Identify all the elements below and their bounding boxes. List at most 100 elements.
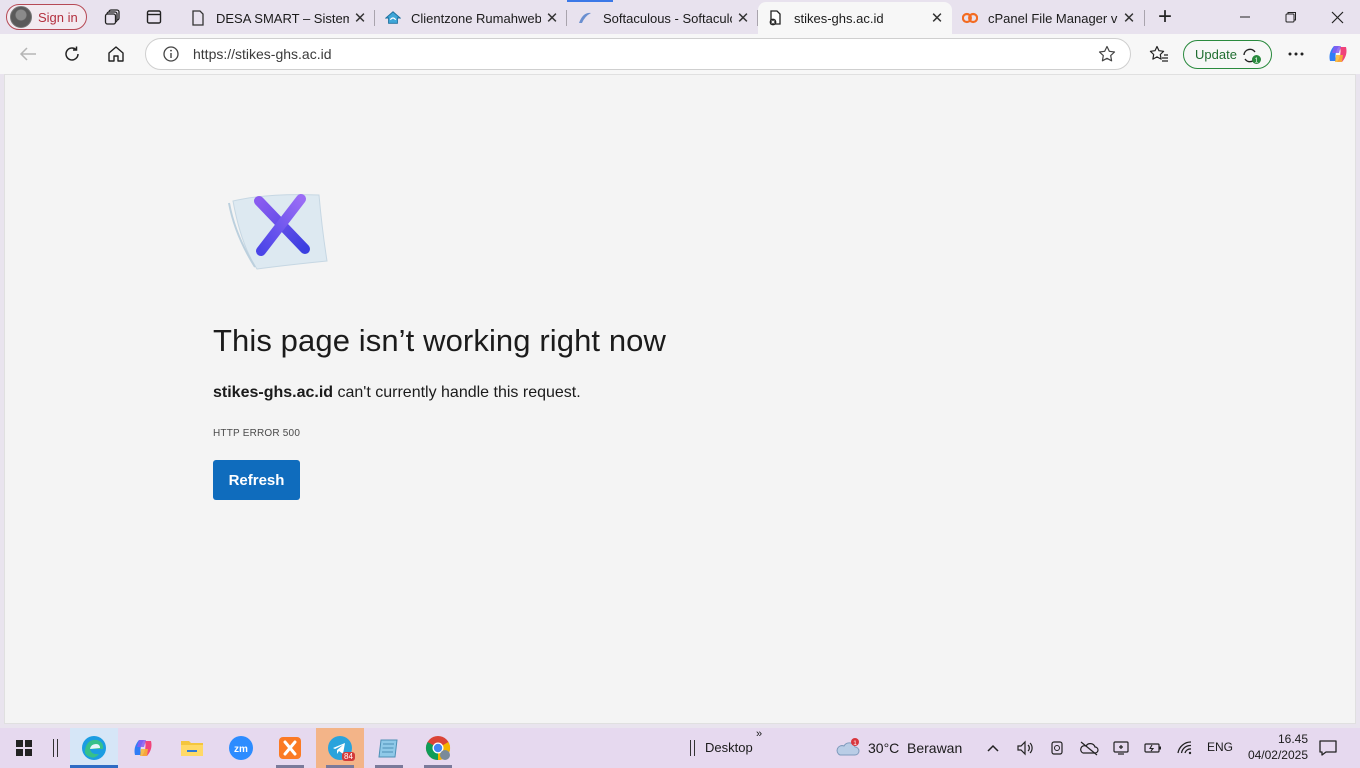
copilot-button[interactable]	[1323, 40, 1353, 68]
task-view-icon[interactable]	[53, 739, 58, 757]
input-language[interactable]: ENG	[1207, 740, 1233, 754]
tab-close-icon[interactable]: ✕	[926, 7, 948, 29]
display-icon[interactable]	[1111, 738, 1131, 758]
tab-close-icon[interactable]: ✕	[1118, 7, 1140, 29]
settings-more-button[interactable]	[1281, 40, 1311, 68]
minimize-icon	[1240, 16, 1250, 18]
file-explorer-icon	[181, 741, 203, 756]
tab-title: cPanel File Manager v3	[988, 10, 1118, 26]
loading-indicator	[567, 0, 613, 2]
refresh-button[interactable]: Refresh	[213, 460, 300, 500]
softaculous-icon	[577, 10, 593, 26]
clock-date: 04/02/2025	[1247, 748, 1308, 762]
tab-title: stikes-ghs.ac.id	[794, 10, 884, 26]
page-content: This page isn’t working right now stikes…	[4, 74, 1356, 724]
telegram-badge: 84	[342, 752, 355, 761]
update-badge: 1	[1255, 58, 1259, 65]
weather-description[interactable]: Berawan	[907, 740, 962, 756]
desktop-divider-icon	[690, 740, 695, 756]
favorite-star-icon[interactable]	[1098, 45, 1116, 68]
browser-toolbar: https://stikes-ghs.ac.id Update 1	[0, 34, 1360, 74]
taskbar-chrome[interactable]	[414, 728, 462, 768]
home-icon	[108, 46, 124, 62]
volume-icon[interactable]	[1015, 738, 1035, 758]
tab-cpanel-file-manager[interactable]: cPanel File Manager v3 ✕	[952, 2, 1144, 34]
taskbar-copilot[interactable]	[119, 728, 167, 768]
xampp-icon	[279, 737, 301, 759]
reload-button[interactable]	[57, 40, 87, 68]
taskbar-xampp[interactable]	[266, 728, 314, 768]
update-button[interactable]: Update 1	[1183, 40, 1272, 69]
tab-softaculous[interactable]: Softaculous - Softaculou ✕	[567, 0, 758, 34]
weather-temperature[interactable]: 30°C	[868, 740, 899, 756]
restore-icon	[1285, 12, 1296, 23]
weather-icon[interactable]: 1	[835, 738, 861, 758]
workspaces-button[interactable]	[100, 5, 126, 29]
meet-now-icon[interactable]	[1047, 738, 1067, 758]
wifi-icon[interactable]	[1175, 738, 1195, 758]
battery-charging-icon[interactable]	[1143, 738, 1163, 758]
error-host: stikes-ghs.ac.id	[213, 384, 334, 401]
zoom-icon: zm	[229, 736, 253, 760]
site-info-icon[interactable]	[162, 45, 180, 63]
zoom-label: zm	[234, 744, 248, 755]
profile-sign-in-button[interactable]: Sign in	[6, 4, 87, 30]
start-icon	[16, 740, 32, 756]
chrome-icon	[425, 736, 451, 760]
new-tab-button[interactable]: +	[1152, 3, 1178, 30]
taskbar-notepad[interactable]	[365, 728, 413, 768]
address-bar[interactable]: https://stikes-ghs.ac.id	[145, 38, 1131, 70]
tab-desa-smart[interactable]: DESA SMART – Sistem In ✕	[180, 2, 375, 34]
tab-divider	[1144, 10, 1145, 26]
toolbar-overflow-chevron-icon[interactable]: »	[756, 728, 762, 740]
reload-icon	[65, 46, 79, 61]
minimize-button[interactable]	[1222, 0, 1268, 34]
error-code: HTTP ERROR 500	[213, 428, 301, 439]
back-arrow-icon	[19, 47, 36, 61]
close-window-button[interactable]	[1314, 0, 1360, 34]
tab-strip: Sign in DESA SMART – Sistem In ✕ Clientz…	[0, 0, 1360, 34]
clock[interactable]: 16.45 04/02/2025	[1238, 731, 1308, 763]
notifications-icon[interactable]	[1317, 738, 1339, 758]
error-message: stikes-ghs.ac.id can't currently handle …	[213, 384, 581, 402]
rumahweb-icon	[385, 10, 401, 26]
error-message-text: can't currently handle this request.	[333, 384, 581, 401]
clock-time: 16.45	[1277, 732, 1308, 746]
taskbar-telegram[interactable]: 84	[316, 728, 364, 768]
page-icon	[190, 10, 206, 26]
start-button[interactable]	[0, 728, 48, 768]
tab-close-icon[interactable]: ✕	[541, 7, 563, 29]
tab-title: Clientzone Rumahweb |	[411, 10, 541, 26]
url-text[interactable]: https://stikes-ghs.ac.id	[193, 46, 332, 62]
favorites-button[interactable]	[1144, 40, 1174, 68]
avatar	[10, 6, 32, 28]
onedrive-offline-icon[interactable]	[1079, 738, 1099, 758]
tab-title: DESA SMART – Sistem In	[216, 10, 349, 26]
tab-close-icon[interactable]: ✕	[349, 7, 371, 29]
tab-stikes-ghs[interactable]: stikes-ghs.ac.id ✕	[758, 2, 952, 34]
error-illustration	[227, 189, 333, 276]
edge-icon	[82, 736, 106, 760]
restore-button[interactable]	[1268, 0, 1314, 34]
taskbar-file-explorer[interactable]	[168, 728, 216, 768]
show-hidden-icons-chevron-icon[interactable]	[983, 738, 1003, 758]
tab-actions-icon	[146, 10, 162, 24]
vertical-tabs-button[interactable]	[141, 5, 167, 29]
workspaces-icon	[104, 9, 120, 25]
taskbar-zoom[interactable]: zm	[217, 728, 265, 768]
close-icon	[1331, 11, 1343, 23]
tab-clientzone-rumahweb[interactable]: Clientzone Rumahweb | ✕	[375, 2, 567, 34]
cpanel-icon	[962, 10, 978, 26]
tab-close-icon[interactable]: ✕	[732, 7, 754, 29]
tab-title: Softaculous - Softaculou	[603, 10, 732, 26]
favorites-icon	[1149, 45, 1168, 62]
copilot-icon	[1329, 46, 1347, 62]
notepad-icon	[378, 739, 398, 758]
copilot-icon	[134, 740, 152, 756]
home-button[interactable]	[101, 40, 131, 68]
desktop-toolbar-label[interactable]: Desktop	[705, 740, 753, 755]
taskbar: zm 84 Desktop » 1 30°C Berawan ENG 16.45…	[0, 728, 1360, 768]
broken-page-icon	[768, 10, 784, 26]
taskbar-edge[interactable]	[70, 728, 118, 768]
back-button[interactable]	[13, 40, 43, 68]
